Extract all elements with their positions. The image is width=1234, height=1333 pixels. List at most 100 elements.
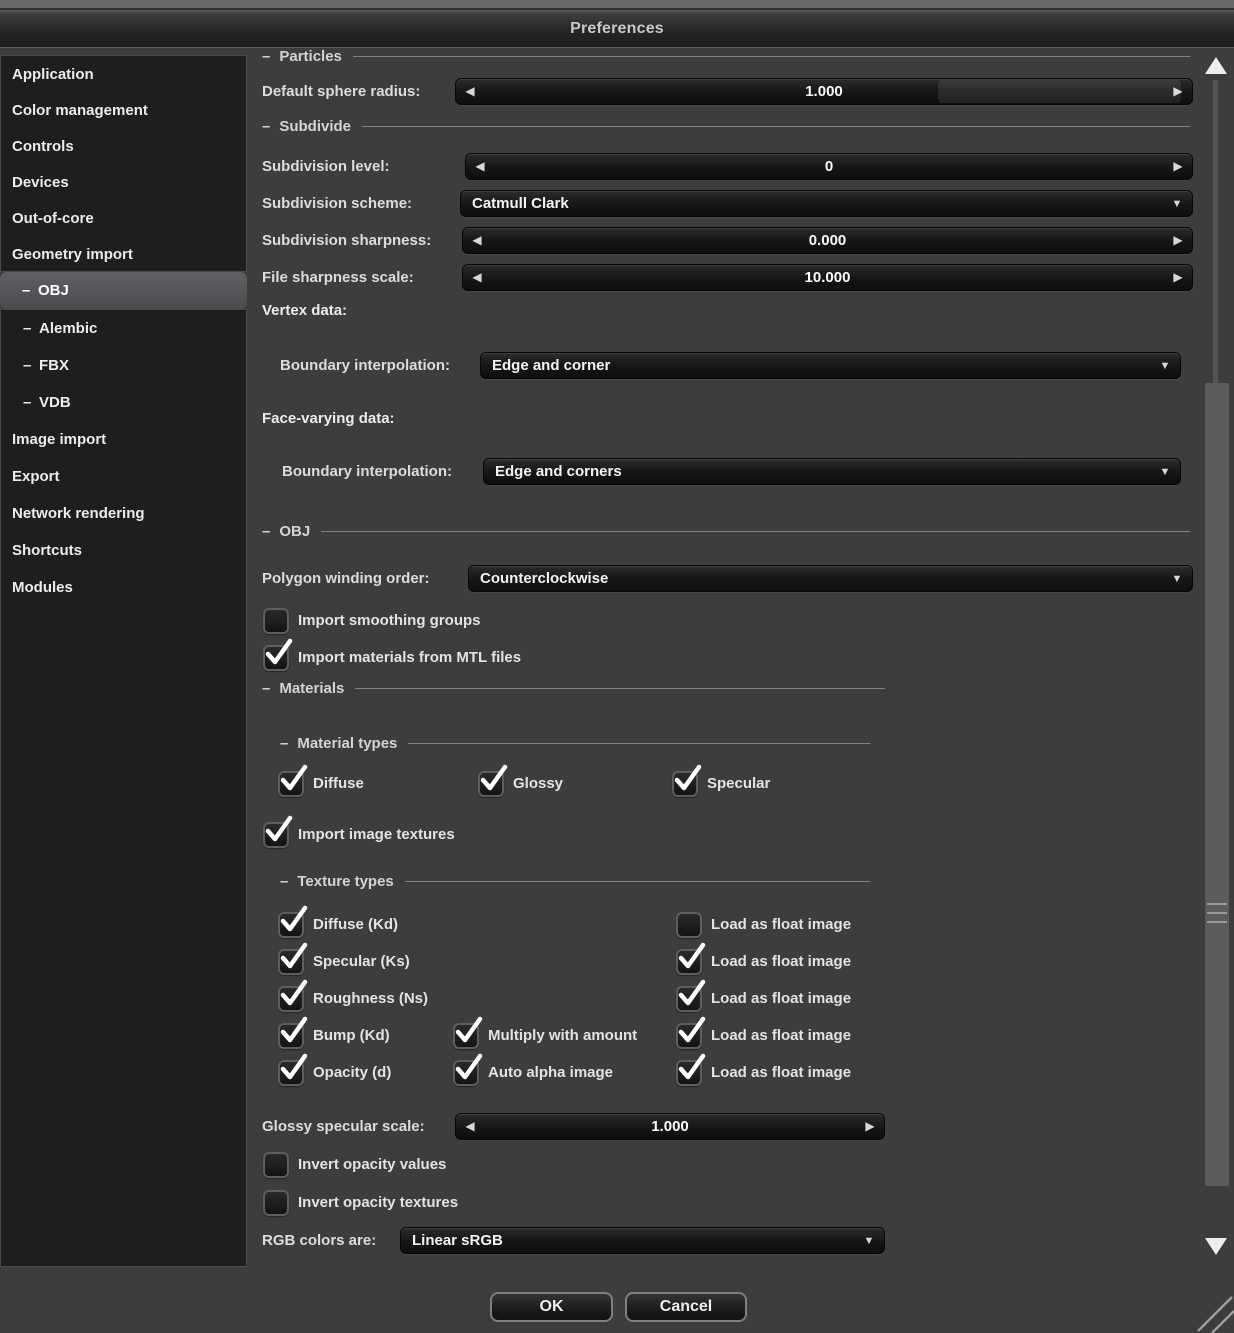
file-sharpness-scale-slider[interactable]: ◀ 10.000 ▶ <box>462 264 1193 291</box>
default-sphere-radius-slider[interactable]: ◀ 1.000 ▶ <box>455 78 1193 105</box>
checkbox-box[interactable] <box>278 1016 308 1049</box>
sidebar-item-controls[interactable]: Controls <box>1 128 246 164</box>
slider-increment-icon[interactable]: ▶ <box>856 1114 884 1139</box>
checkbox-material-glossy[interactable]: Glossy <box>478 764 563 797</box>
subdivision-scheme-dropdown[interactable]: Catmull Clark ▼ <box>460 190 1193 217</box>
sidebar-item-devices[interactable]: Devices <box>1 164 246 200</box>
checkbox-invert-opacity-textures[interactable]: Invert opacity textures <box>263 1190 458 1216</box>
checkbox-opacity-load-float[interactable]: Load as float image <box>676 1053 851 1086</box>
title-bar[interactable]: Preferences <box>0 10 1234 48</box>
slider-increment-icon[interactable]: ▶ <box>1164 265 1192 290</box>
rgb-colors-are-dropdown[interactable]: Linear sRGB ▼ <box>400 1227 885 1254</box>
sidebar-item-export[interactable]: Export <box>1 458 246 495</box>
dropdown-value: Linear sRGB <box>412 1232 503 1249</box>
checkbox-box[interactable] <box>278 979 308 1012</box>
checkbox-specular-load-float[interactable]: Load as float image <box>676 942 851 975</box>
chevron-down-icon[interactable]: ▼ <box>854 1235 884 1247</box>
checkbox-box[interactable] <box>278 942 308 975</box>
cancel-button[interactable]: Cancel <box>625 1292 747 1322</box>
vertex-data-heading: Vertex data: <box>262 302 348 319</box>
checkbox-box[interactable] <box>263 638 293 671</box>
sidebar-item-fbx[interactable]: – FBX <box>1 347 246 384</box>
checkbox-invert-opacity-values[interactable]: Invert opacity values <box>263 1152 446 1178</box>
sidebar-item-shortcuts[interactable]: Shortcuts <box>1 532 246 569</box>
checkbox-material-diffuse[interactable]: Diffuse <box>278 764 364 797</box>
checkbox-texture-diffuse-kd[interactable]: Diffuse (Kd) <box>278 905 398 938</box>
ok-button[interactable]: OK <box>490 1292 613 1322</box>
dialog-body: Application Color management Controls De… <box>0 48 1234 1267</box>
checkbox-texture-roughness-ns[interactable]: Roughness (Ns) <box>278 979 428 1012</box>
sidebar-item-vdb[interactable]: – VDB <box>1 384 246 421</box>
slider-increment-icon[interactable]: ▶ <box>1164 228 1192 253</box>
slider-decrement-icon[interactable]: ◀ <box>463 265 491 290</box>
slider-increment-icon[interactable]: ▶ <box>1164 154 1192 179</box>
checkbox-box[interactable] <box>453 1053 483 1086</box>
slider-decrement-icon[interactable]: ◀ <box>463 228 491 253</box>
scroll-down-icon[interactable] <box>1205 1238 1227 1255</box>
checkbox-opacity-auto-alpha[interactable]: Auto alpha image <box>453 1053 613 1086</box>
section-header-particles: – Particles <box>262 48 1190 74</box>
checkbox-box[interactable] <box>676 1016 706 1049</box>
checkmark-icon <box>280 1053 308 1080</box>
checkbox-box[interactable] <box>278 1053 308 1086</box>
scrollbar-thumb[interactable] <box>1205 383 1229 1186</box>
scrollbar-track[interactable] <box>1213 80 1218 383</box>
sidebar-item-obj-selected[interactable]: – OBJ <box>0 272 247 309</box>
glossy-specular-scale-slider[interactable]: ◀ 1.000 ▶ <box>455 1113 885 1140</box>
checkbox-import-image-textures[interactable]: Import image textures <box>263 815 455 848</box>
checkbox-box[interactable] <box>278 905 308 938</box>
checkbox-box[interactable] <box>676 1053 706 1086</box>
window-title: Preferences <box>570 19 664 37</box>
slider-thumb[interactable] <box>938 80 1181 103</box>
rgb-colors-are-label: RGB colors are: <box>262 1232 377 1249</box>
checkbox-texture-opacity-d[interactable]: Opacity (d) <box>278 1053 391 1086</box>
checkbox-import-smoothing-groups[interactable]: Import smoothing groups <box>263 608 480 634</box>
sidebar-item-out-of-core[interactable]: Out-of-core <box>1 200 246 236</box>
checkbox-texture-bump-kd[interactable]: Bump (Kd) <box>278 1016 390 1049</box>
vertex-boundary-interpolation-dropdown[interactable]: Edge and corner ▼ <box>480 352 1181 379</box>
checkbox-box[interactable] <box>478 764 508 797</box>
slider-decrement-icon[interactable]: ◀ <box>456 79 484 104</box>
checkmark-icon <box>455 1016 483 1043</box>
checkbox-box[interactable] <box>676 912 702 938</box>
chevron-down-icon[interactable]: ▼ <box>1150 360 1180 372</box>
sidebar-item-color-management[interactable]: Color management <box>1 92 246 128</box>
chevron-down-icon[interactable]: ▼ <box>1150 466 1180 478</box>
face-boundary-interpolation-dropdown[interactable]: Edge and corners ▼ <box>483 458 1181 485</box>
checkbox-box[interactable] <box>676 979 706 1012</box>
vertex-boundary-interpolation-label: Boundary interpolation: <box>280 357 450 374</box>
checkbox-box[interactable] <box>263 608 289 634</box>
sidebar-item-geometry-import[interactable]: Geometry import <box>1 236 246 272</box>
checkbox-box[interactable] <box>453 1016 483 1049</box>
checkbox-diffuse-load-float[interactable]: Load as float image <box>676 912 851 938</box>
checkbox-box[interactable] <box>672 764 702 797</box>
checkbox-box[interactable] <box>263 815 293 848</box>
vertical-scrollbar[interactable] <box>1196 48 1234 1267</box>
checkbox-box[interactable] <box>278 764 308 797</box>
checkbox-import-materials-mtl[interactable]: Import materials from MTL files <box>263 638 521 671</box>
checkbox-texture-specular-ks[interactable]: Specular (Ks) <box>278 942 410 975</box>
scroll-up-icon[interactable] <box>1205 57 1227 74</box>
checkbox-roughness-load-float[interactable]: Load as float image <box>676 979 851 1012</box>
sidebar-item-image-import[interactable]: Image import <box>1 421 246 458</box>
default-sphere-radius-label: Default sphere radius: <box>262 83 421 100</box>
window-resize-grip[interactable] <box>1192 1291 1234 1333</box>
sidebar-item-alembic[interactable]: – Alembic <box>1 310 246 347</box>
checkbox-material-specular[interactable]: Specular <box>672 764 770 797</box>
checkbox-bump-multiply-amount[interactable]: Multiply with amount <box>453 1016 637 1049</box>
checkbox-box[interactable] <box>263 1152 289 1178</box>
chevron-down-icon[interactable]: ▼ <box>1162 198 1192 210</box>
checkbox-bump-load-float[interactable]: Load as float image <box>676 1016 851 1049</box>
chevron-down-icon[interactable]: ▼ <box>1162 573 1192 585</box>
sidebar-item-network-rendering[interactable]: Network rendering <box>1 495 246 532</box>
section-header-subdivide: – Subdivide <box>262 108 1190 144</box>
polygon-winding-order-dropdown[interactable]: Counterclockwise ▼ <box>468 565 1193 592</box>
checkbox-box[interactable] <box>676 942 706 975</box>
sidebar-item-modules[interactable]: Modules <box>1 569 246 606</box>
subdivision-sharpness-slider[interactable]: ◀ 0.000 ▶ <box>462 227 1193 254</box>
slider-decrement-icon[interactable]: ◀ <box>466 154 494 179</box>
slider-decrement-icon[interactable]: ◀ <box>456 1114 484 1139</box>
subdivision-level-slider[interactable]: ◀ 0 ▶ <box>465 153 1193 180</box>
sidebar-item-application[interactable]: Application <box>1 56 246 92</box>
checkbox-box[interactable] <box>263 1190 289 1216</box>
